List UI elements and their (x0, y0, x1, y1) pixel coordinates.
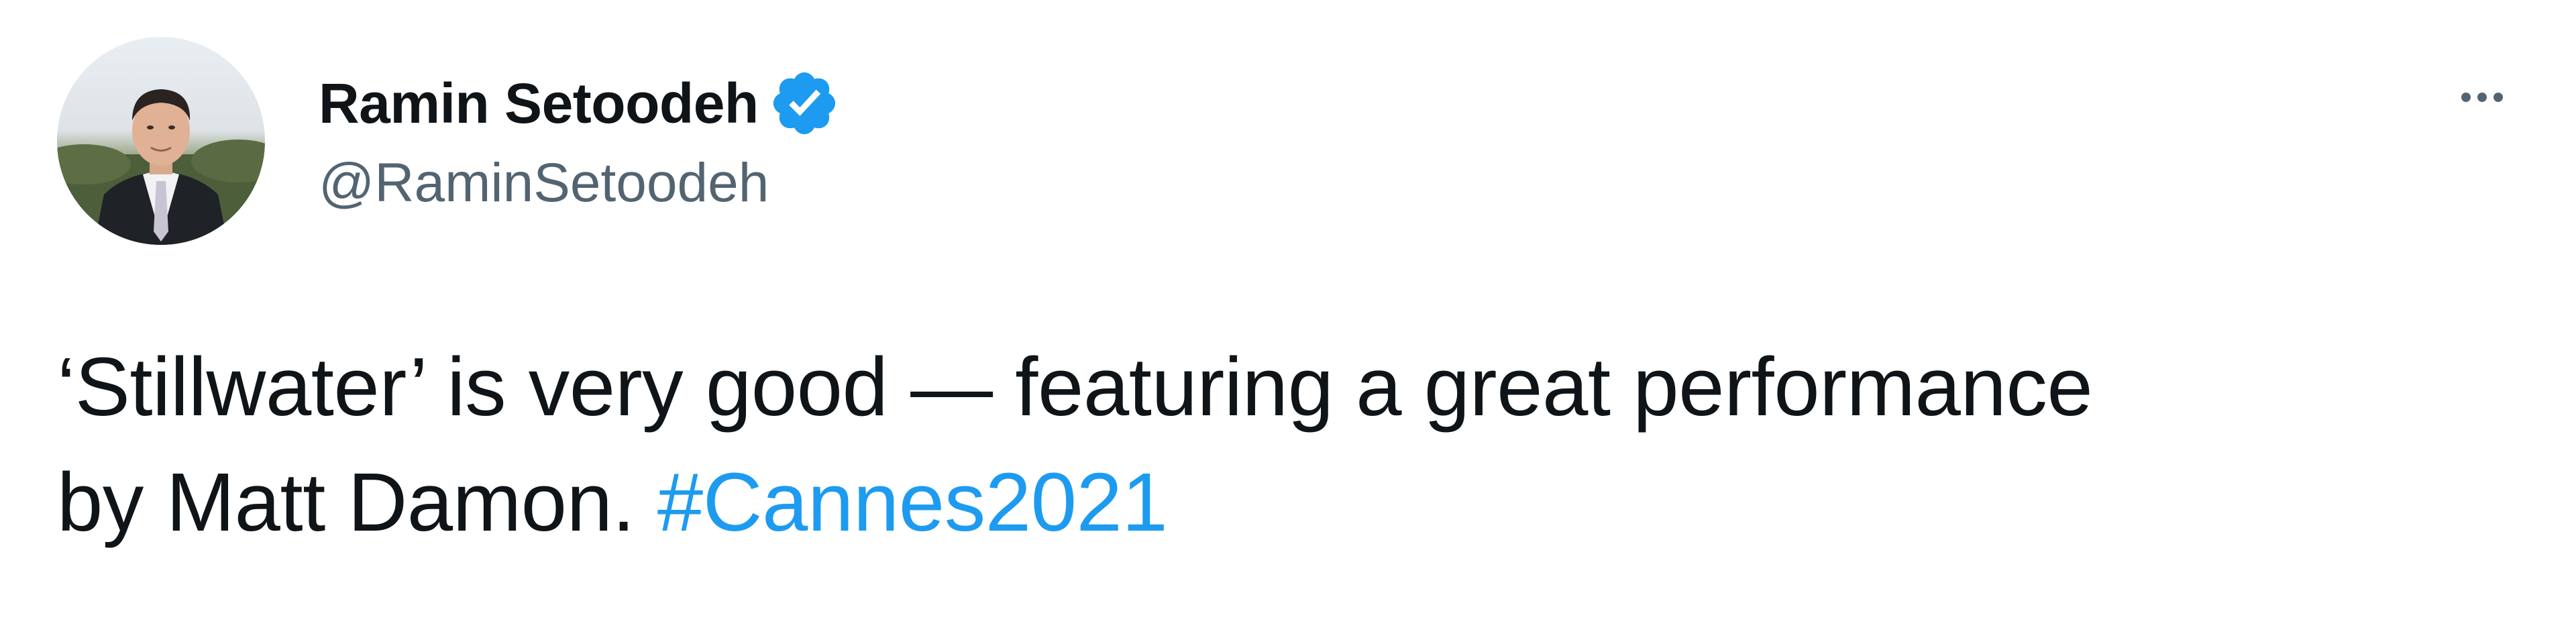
author-handle[interactable]: @RaminSetoodeh (319, 156, 769, 211)
more-dot (2493, 93, 2503, 102)
hashtag-link[interactable]: #Cannes2021 (657, 457, 1168, 549)
author-display-name[interactable]: Ramin Setoodeh (319, 75, 759, 131)
tweet-text: ‘Stillwater’ is very good — featuring a … (57, 330, 2539, 561)
tweet-text-line-1: ‘Stillwater’ is very good — featuring a … (57, 341, 2093, 433)
more-dot (2461, 93, 2471, 102)
more-options-icon[interactable] (2435, 74, 2529, 121)
author-name-row[interactable]: Ramin Setoodeh (319, 66, 841, 141)
verified-badge-icon (768, 67, 841, 140)
tweet-text-line-2: by Matt Damon. #Cannes2021 (57, 445, 2539, 561)
avatar[interactable] (57, 37, 265, 245)
more-dot (2477, 93, 2487, 102)
tweet-card: Ramin Setoodeh @RaminSetoodeh ‘Stillwate… (0, 0, 2576, 644)
tweet-text-line-2-prefix: by Matt Damon. (57, 457, 657, 549)
